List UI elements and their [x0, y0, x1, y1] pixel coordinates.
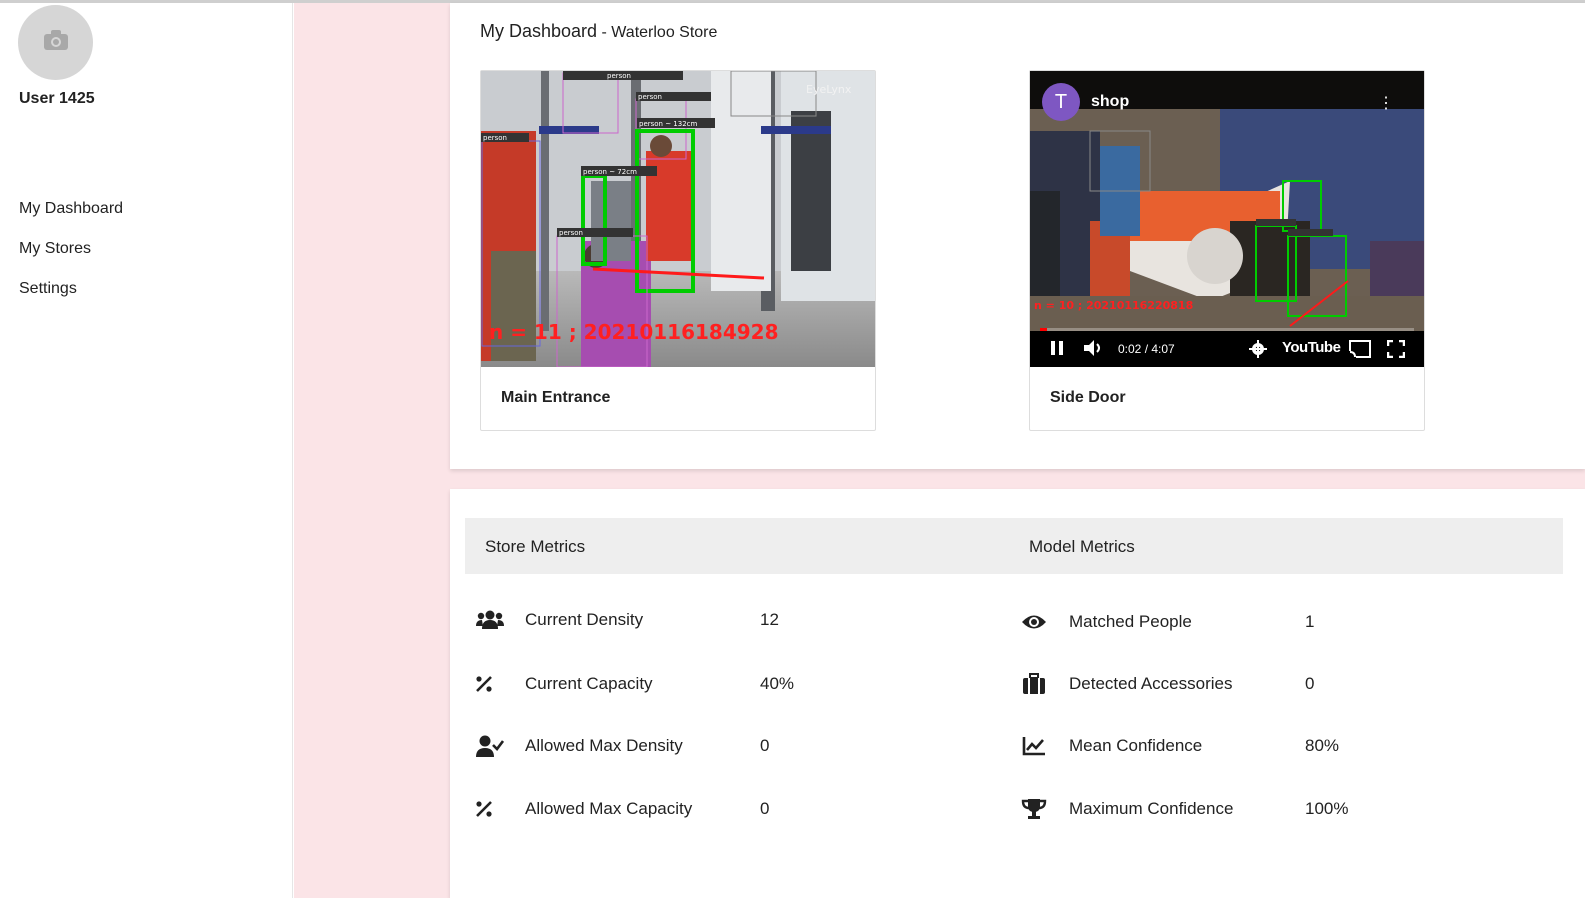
svg-text:person: person: [559, 229, 583, 237]
camera-card-main-entrance[interactable]: person person person person ~ 132cm pers…: [480, 70, 876, 431]
metric-label: Allowed Max Capacity: [525, 799, 693, 818]
dashboard-card: My Dashboard - Waterloo Store person per…: [450, 3, 1585, 469]
metric-row-detected-accessories: Detected Accessories 0: [1019, 670, 1519, 698]
metric-label: Mean Confidence: [1069, 736, 1203, 755]
camera-card-side-door[interactable]: n = 10 ; 20210116220818 T shop ⋮ 0:02 / …: [1029, 70, 1425, 431]
suitcase-icon: [1019, 670, 1049, 698]
metric-row-current-capacity: Current Capacity 40%: [475, 670, 975, 698]
metric-value: 1: [1305, 612, 1315, 631]
overlay-text: n = 11 ; 20210116184928: [489, 320, 779, 344]
metric-value: 12: [760, 610, 779, 629]
store-name: Waterloo Store: [611, 24, 718, 41]
metric-label: Detected Accessories: [1069, 674, 1233, 693]
sidebar-nav: My Dashboard My Stores Settings: [19, 199, 123, 319]
store-metrics-title: Store Metrics: [485, 537, 586, 556]
svg-text:person: person: [638, 93, 662, 101]
more-options-icon[interactable]: ⋮: [1378, 93, 1394, 113]
user-check-icon: [475, 732, 505, 760]
camera-label: Side Door: [1050, 389, 1126, 406]
metric-row-current-density: Current Density 12: [475, 606, 975, 634]
metric-label: Maximum Confidence: [1069, 799, 1234, 818]
svg-text:person: person: [483, 134, 507, 142]
watermark-logo: EyeLynx: [806, 83, 852, 96]
metric-row-allowed-max-density: Allowed Max Density 0: [475, 732, 975, 760]
youtube-logo[interactable]: YouTube: [1282, 339, 1341, 356]
video-time: 0:02 / 4:07: [1118, 342, 1175, 356]
metric-label: Matched People: [1069, 612, 1192, 631]
model-metrics-title: Model Metrics: [1029, 537, 1135, 556]
dashboard-title: My Dashboard: [480, 21, 598, 41]
metrics-header: Store Metrics Model Metrics: [465, 518, 1563, 574]
camera-label: Main Entrance: [501, 389, 611, 406]
metric-row-allowed-max-capacity: Allowed Max Capacity 0: [475, 795, 975, 823]
video-player-side-door[interactable]: n = 10 ; 20210116220818 T shop ⋮ 0:02 / …: [1030, 71, 1424, 367]
svg-text:person ~ 72cm: person ~ 72cm: [583, 168, 637, 176]
percent-icon: [475, 795, 505, 823]
users-icon: [475, 606, 505, 634]
svg-text:person: person: [607, 72, 631, 80]
sidebar-item-settings[interactable]: Settings: [19, 279, 123, 319]
metric-row-mean-confidence: Mean Confidence 80%: [1019, 732, 1519, 760]
metric-row-maximum-confidence: Maximum Confidence 100%: [1019, 795, 1519, 823]
metric-label: Current Capacity: [525, 674, 653, 693]
metrics-card: Store Metrics Model Metrics Current Dens…: [450, 489, 1585, 898]
settings-gear-icon[interactable]: [1249, 340, 1267, 361]
video-controls: 0:02 / 4:07 YouTube: [1030, 331, 1424, 367]
user-avatar[interactable]: [18, 5, 93, 80]
metric-value: 40%: [760, 674, 795, 693]
metric-value: 100%: [1305, 799, 1349, 818]
sidebar-item-my-stores[interactable]: My Stores: [19, 239, 123, 279]
percent-icon: [475, 670, 505, 698]
volume-icon[interactable]: [1084, 340, 1104, 359]
page-title: My Dashboard - Waterloo Store: [480, 21, 717, 42]
svg-text:person ~ 132cm: person ~ 132cm: [639, 120, 698, 128]
camera-feed-main-entrance[interactable]: person person person person ~ 132cm pers…: [481, 71, 875, 367]
channel-avatar[interactable]: T: [1042, 83, 1080, 121]
user-name: User 1425: [19, 90, 95, 107]
video-top-bar: [1030, 71, 1424, 109]
metric-value: 80%: [1305, 736, 1340, 755]
metric-label: Allowed Max Density: [525, 736, 683, 755]
video-title[interactable]: shop: [1091, 93, 1129, 111]
metric-row-matched-people: Matched People 1: [1019, 608, 1519, 636]
metric-value: 0: [760, 736, 770, 755]
trophy-icon: [1019, 795, 1049, 823]
camera-icon: [43, 29, 69, 56]
fullscreen-icon[interactable]: [1386, 339, 1406, 361]
sidebar-item-my-dashboard[interactable]: My Dashboard: [19, 199, 123, 239]
metric-value: 0: [760, 799, 770, 818]
metric-value: 0: [1305, 674, 1315, 693]
pause-icon[interactable]: [1050, 340, 1064, 359]
title-separator: -: [597, 24, 612, 41]
chart-line-icon: [1019, 732, 1049, 760]
overlay-text: n = 10 ; 20210116220818: [1034, 299, 1193, 312]
eye-icon: [1019, 608, 1049, 636]
cast-icon[interactable]: [1349, 340, 1371, 361]
metric-label: Current Density: [525, 610, 644, 629]
sidebar: User 1425 My Dashboard My Stores Setting…: [0, 3, 293, 898]
